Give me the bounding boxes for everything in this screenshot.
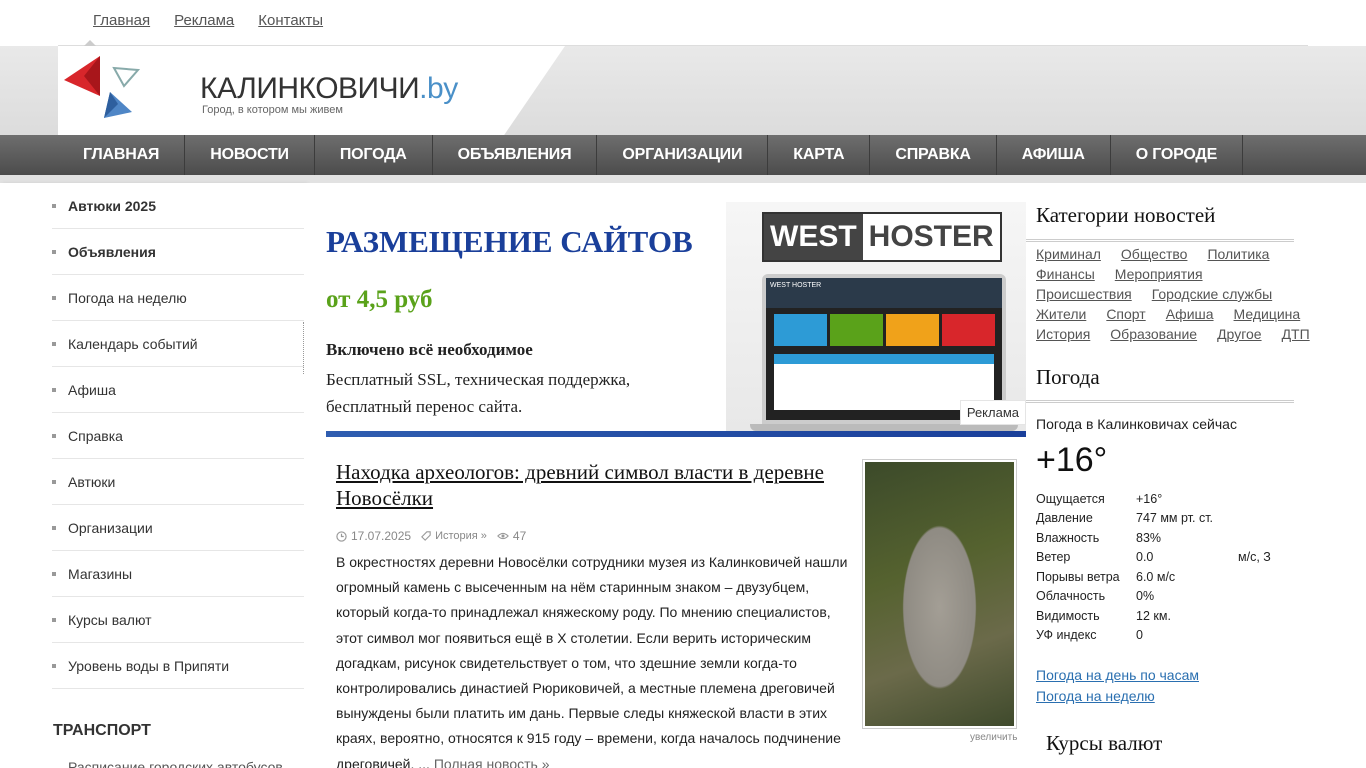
nav-organizations[interactable]: ОРГАНИЗАЦИИ xyxy=(597,135,769,175)
weather-week-link[interactable]: Погода на неделю xyxy=(1036,686,1199,707)
ad-text: Бесплатный SSL, техническая поддержка, б… xyxy=(326,370,631,416)
article-category[interactable]: История » xyxy=(435,530,487,542)
currency-title: Курсы валют xyxy=(1046,731,1163,755)
weather-row: Порывы ветра 6.0 м/с xyxy=(1036,569,1176,584)
ad-headline: РАЗМЕЩЕНИЕ САЙТОВ xyxy=(326,224,693,259)
weather-row: Ощущается +16° xyxy=(1036,491,1163,506)
news-article: Находка археологов: древний символ власт… xyxy=(336,459,1026,768)
site-title[interactable]: КАЛИНКОВИЧИ.by xyxy=(200,72,458,106)
weather-links: Погода на день по часам Погода на неделю xyxy=(1036,665,1199,707)
category-link[interactable]: Жители xyxy=(1036,305,1086,323)
article-image[interactable] xyxy=(862,459,1017,729)
category-link[interactable]: Образование xyxy=(1110,325,1197,343)
site-logo-icon[interactable] xyxy=(62,52,142,122)
weather-row: Видимость 12 км. xyxy=(1036,608,1171,623)
category-link[interactable]: Политика xyxy=(1207,245,1269,263)
weather-row: Ветер 0.0 м/с, З xyxy=(1036,550,1271,565)
toplink-home[interactable]: Главная xyxy=(93,12,150,29)
weather-row: Облачность 0% xyxy=(1036,589,1155,604)
left-sidebar: Автюки 2025 Объявления Погода на неделю … xyxy=(0,183,306,768)
sidebar-item-afisha[interactable]: Афиша xyxy=(52,367,304,413)
ad-brand-logo: WEST HOSTER xyxy=(762,212,1002,262)
read-more-link[interactable]: Полная новость » xyxy=(434,756,550,768)
categories-title: Категории новостей xyxy=(1036,203,1216,227)
article-meta: 17.07.2025 История » 47 xyxy=(336,529,526,543)
site-slogan: Город, в котором мы живем xyxy=(202,104,343,116)
category-links: Криминал Общество Политика Финансы Мероп… xyxy=(1036,245,1316,343)
nav-news[interactable]: НОВОСТИ xyxy=(185,135,315,175)
top-links-bar: Главная Реклама Контакты xyxy=(0,0,1366,46)
weather-hourly-link[interactable]: Погода на день по часам xyxy=(1036,665,1199,686)
sidebar-item-classifieds[interactable]: Объявления xyxy=(52,229,304,275)
category-link[interactable]: Спорт xyxy=(1106,305,1145,323)
sidebar-item-weather-week[interactable]: Погода на неделю xyxy=(52,275,304,321)
category-link[interactable]: Другое xyxy=(1217,325,1261,343)
category-link[interactable]: ДТП xyxy=(1282,325,1310,343)
category-link[interactable]: Криминал xyxy=(1036,245,1101,263)
nav-weather[interactable]: ПОГОДА xyxy=(315,135,433,175)
ad-price: от 4,5 руб xyxy=(326,286,433,313)
article-views: 47 xyxy=(512,529,527,543)
sidebar-item-event-calendar[interactable]: Календарь событий xyxy=(52,321,304,367)
sidebar-item-river-level[interactable]: Уровень воды в Припяти xyxy=(52,643,304,689)
category-link[interactable]: Медицина xyxy=(1234,305,1301,323)
nav-about[interactable]: О ГОРОДЕ xyxy=(1111,135,1244,175)
sidebar-section-title: ТРАНСПОРТ xyxy=(53,722,151,739)
nav-map[interactable]: КАРТА xyxy=(768,135,871,175)
weather-details: Ощущается +16° Давление 747 мм рт. ст. Вла… xyxy=(1036,489,1271,645)
article-date: 17.07.2025 xyxy=(351,529,412,543)
sidebar-item-avtyuki[interactable]: Автюки xyxy=(52,459,304,505)
sidebar-item-reference[interactable]: Справка xyxy=(52,413,304,459)
category-link[interactable]: Происшествия xyxy=(1036,285,1132,303)
ad-laptop-image: WEST HOSTER WEST HOSTER xyxy=(726,202,1026,431)
sidebar-item-currency[interactable]: Курсы валют xyxy=(52,597,304,643)
tag-icon xyxy=(421,531,431,541)
category-link[interactable]: Мероприятия xyxy=(1115,265,1203,283)
sidebar-item-shops[interactable]: Магазины xyxy=(52,551,304,597)
zoom-link[interactable]: увеличить xyxy=(970,732,1017,743)
article-body: В окрестностях деревни Новосёлки сотрудн… xyxy=(336,550,852,768)
category-link[interactable]: Афиша xyxy=(1166,305,1214,323)
weather-title: Погода xyxy=(1036,365,1100,389)
main-nav: ГЛАВНАЯ НОВОСТИ ПОГОДА ОБЪЯВЛЕНИЯ ОРГАНИ… xyxy=(0,135,1366,175)
nav-reference[interactable]: СПРАВКА xyxy=(870,135,997,175)
sidebar-item-bus-schedule[interactable]: Расписание городских автобусов xyxy=(68,759,283,768)
sidebar-item-organizations[interactable]: Организации xyxy=(52,505,304,551)
ad-bold-line: Включено всё необходимое xyxy=(326,340,533,359)
weather-now-label: Погода в Калинковичах сейчас xyxy=(1036,416,1237,432)
nav-classifieds[interactable]: ОБЪЯВЛЕНИЯ xyxy=(433,135,598,175)
category-link[interactable]: Общество xyxy=(1121,245,1188,263)
hosting-ad-banner[interactable]: РАЗМЕЩЕНИЕ САЙТОВ от 4,5 руб Включено вс… xyxy=(326,202,1026,437)
current-temperature: +16° xyxy=(1036,441,1108,479)
toplink-contacts[interactable]: Контакты xyxy=(258,12,323,29)
weather-row: Влажность 83% xyxy=(1036,530,1162,545)
site-header: КАЛИНКОВИЧИ.by Город, в котором мы живем xyxy=(0,46,1366,135)
category-link[interactable]: Городские службы xyxy=(1152,285,1272,303)
eye-icon xyxy=(497,532,509,540)
weather-row: УФ индекс 0 xyxy=(1036,628,1143,643)
main-content: РАЗМЕЩЕНИЕ САЙТОВ от 4,5 руб Включено вс… xyxy=(306,183,1026,768)
nav-events[interactable]: АФИША xyxy=(997,135,1111,175)
category-link[interactable]: Финансы xyxy=(1036,265,1095,283)
clock-icon xyxy=(336,530,347,542)
nav-home[interactable]: ГЛАВНАЯ xyxy=(58,135,186,175)
weather-row: Давление 747 мм рт. ст. xyxy=(1036,511,1214,526)
article-title[interactable]: Находка археологов: древний символ власт… xyxy=(336,459,856,511)
ad-label: Реклама xyxy=(959,400,1026,425)
category-link[interactable]: История xyxy=(1036,325,1090,343)
right-sidebar: Категории новостей Криминал Общество Пол… xyxy=(1026,183,1366,768)
toplink-ads[interactable]: Реклама xyxy=(174,12,234,29)
sidebar-item-avtyuki-2025[interactable]: Автюки 2025 xyxy=(52,183,304,229)
